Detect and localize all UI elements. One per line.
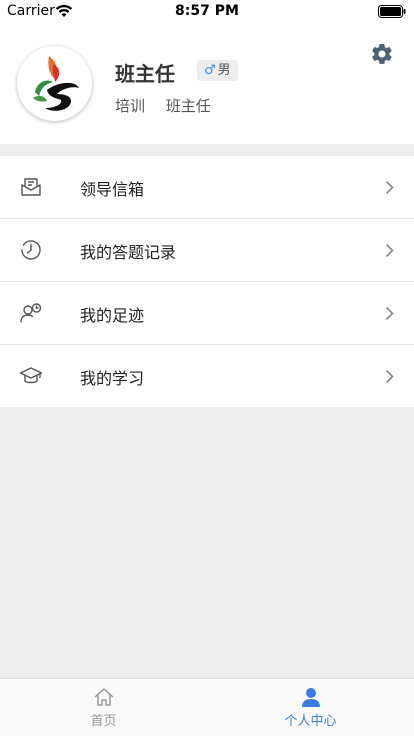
battery-icon [378,5,406,18]
user-clock-icon [20,303,42,323]
status-bar: Carrier 8:57 PM [0,0,414,24]
chevron-right-icon [385,180,394,195]
status-time: 8:57 PM [175,3,239,19]
chevron-right-icon [385,306,394,321]
profile-tag: 培训 [115,97,146,115]
gear-icon[interactable] [370,42,394,66]
chevron-right-icon [385,243,394,258]
app-logo-icon [33,56,79,111]
menu-item-label: 我的足迹 [80,306,145,325]
tab-label: 个人中心 [284,714,337,729]
profile-tag: 班主任 [165,97,211,115]
menu-item-leader-mailbox[interactable]: 领导信箱 [0,156,414,219]
gender-label: 男 [217,63,231,78]
profile-header: 班主任 ♂ 男 培训 班主任 [0,24,414,144]
home-icon [94,688,113,706]
menu-item-answer-records[interactable]: 我的答题记录 [0,219,414,282]
profile-name: 班主任 [115,62,175,86]
menu-item-my-study[interactable]: 我的学习 [0,345,414,407]
chevron-right-icon [385,369,394,384]
menu-item-label: 我的答题记录 [80,243,177,262]
gender-badge: ♂ 男 [197,60,238,81]
mailbox-icon [21,178,41,196]
menu-item-label: 领导信箱 [80,180,145,199]
tab-bar: 首页 个人中心 [0,678,414,736]
tab-home[interactable]: 首页 [0,679,207,736]
graduation-cap-icon [19,367,43,384]
avatar[interactable] [17,46,92,121]
user-icon [301,688,320,707]
male-icon: ♂ [204,63,216,78]
menu-item-my-footprints[interactable]: 我的足迹 [0,282,414,345]
menu-list: 领导信箱 我的答题记录 我的足迹 我的学习 [0,156,414,407]
tab-profile[interactable]: 个人中心 [207,679,414,736]
menu-item-label: 我的学习 [80,369,145,388]
profile-tags: 培训 班主任 [115,95,227,116]
tab-label: 首页 [90,714,117,729]
clock-icon [21,240,41,260]
